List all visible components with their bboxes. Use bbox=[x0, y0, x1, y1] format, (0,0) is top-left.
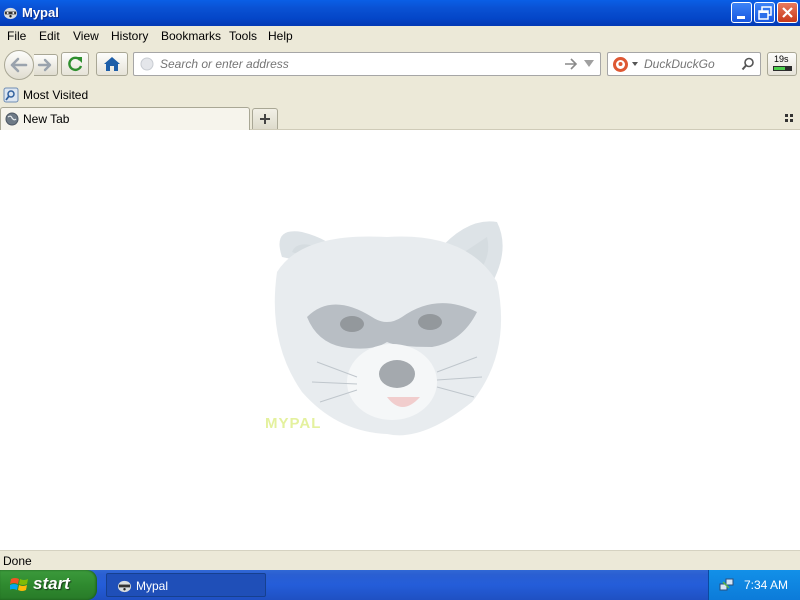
tab-label: New Tab bbox=[23, 112, 70, 126]
start-label: start bbox=[33, 574, 70, 593]
mypal-logo-text: MYPAL bbox=[265, 415, 322, 432]
tab-strip: New Tab bbox=[0, 106, 800, 130]
minimize-icon bbox=[737, 16, 745, 19]
back-button[interactable] bbox=[4, 50, 34, 80]
system-tray: 7:34 AM bbox=[708, 570, 800, 600]
close-button[interactable] bbox=[777, 2, 798, 23]
most-visited-folder-icon bbox=[3, 87, 19, 103]
mypal-raccoon-logo bbox=[274, 221, 503, 436]
search-icon[interactable] bbox=[741, 57, 755, 71]
status-text: Done bbox=[3, 554, 32, 568]
menu-bookmarks[interactable]: Bookmarks bbox=[161, 29, 221, 43]
home-icon bbox=[104, 57, 120, 71]
menu-help[interactable]: Help bbox=[268, 29, 293, 43]
menu-history[interactable]: History bbox=[111, 29, 148, 43]
clock[interactable]: 7:34 AM bbox=[744, 578, 788, 592]
tab-new-tab[interactable]: New Tab bbox=[0, 107, 250, 130]
menu-tools[interactable]: Tools bbox=[229, 29, 257, 43]
minimize-button[interactable] bbox=[731, 2, 752, 23]
addon-button[interactable]: 19s bbox=[767, 52, 797, 76]
navigation-toolbar: 19s bbox=[0, 46, 800, 84]
address-input[interactable] bbox=[160, 57, 550, 71]
search-bar[interactable] bbox=[607, 52, 761, 76]
page-content: MYPAL bbox=[0, 130, 800, 550]
taskbar: start Mypal 7:34 AM bbox=[0, 570, 800, 600]
dropdown-arrow-icon[interactable] bbox=[584, 60, 595, 68]
addon-meter-icon bbox=[773, 66, 792, 71]
tab-groups-icon[interactable] bbox=[785, 114, 794, 123]
globe-icon bbox=[140, 57, 154, 71]
mypal-raccoon-icon bbox=[117, 580, 132, 593]
globe-icon bbox=[5, 112, 19, 126]
address-bar[interactable] bbox=[133, 52, 601, 76]
status-bar: Done bbox=[0, 550, 800, 570]
bookmarks-toolbar: Most Visited bbox=[0, 84, 800, 106]
back-arrow-icon bbox=[10, 57, 28, 73]
restore-icon bbox=[758, 6, 772, 20]
menu-edit[interactable]: Edit bbox=[39, 29, 60, 43]
engine-dropdown-icon[interactable] bbox=[632, 62, 639, 67]
reload-button[interactable] bbox=[61, 52, 89, 76]
plus-icon bbox=[260, 114, 270, 124]
home-button[interactable] bbox=[96, 52, 128, 76]
forward-button[interactable] bbox=[34, 54, 58, 76]
addon-badge: 19s bbox=[774, 54, 789, 64]
bookmark-label: Most Visited bbox=[23, 88, 89, 102]
search-input[interactable] bbox=[644, 57, 736, 71]
taskbar-item-mypal[interactable]: Mypal bbox=[106, 573, 266, 597]
menu-view[interactable]: View bbox=[73, 29, 99, 43]
menu-bar: File Edit View History Bookmarks Tools H… bbox=[0, 26, 800, 46]
title-bar[interactable]: Mypal bbox=[0, 0, 800, 26]
taskbar-item-label: Mypal bbox=[136, 579, 169, 593]
start-button[interactable]: start bbox=[0, 570, 97, 600]
menu-file[interactable]: File bbox=[7, 29, 26, 43]
windows-logo-icon bbox=[10, 578, 28, 591]
back-forward-group bbox=[4, 50, 58, 80]
go-arrow-icon[interactable] bbox=[564, 58, 578, 70]
restore-button[interactable] bbox=[754, 2, 775, 23]
reload-icon bbox=[68, 56, 83, 72]
duckduckgo-icon[interactable] bbox=[612, 56, 629, 73]
network-icon[interactable] bbox=[719, 577, 735, 593]
mypal-raccoon-icon bbox=[3, 7, 18, 20]
new-tab-button[interactable] bbox=[252, 108, 278, 129]
close-icon bbox=[782, 7, 793, 18]
forward-arrow-icon bbox=[37, 58, 52, 72]
window-title: Mypal bbox=[22, 5, 59, 20]
